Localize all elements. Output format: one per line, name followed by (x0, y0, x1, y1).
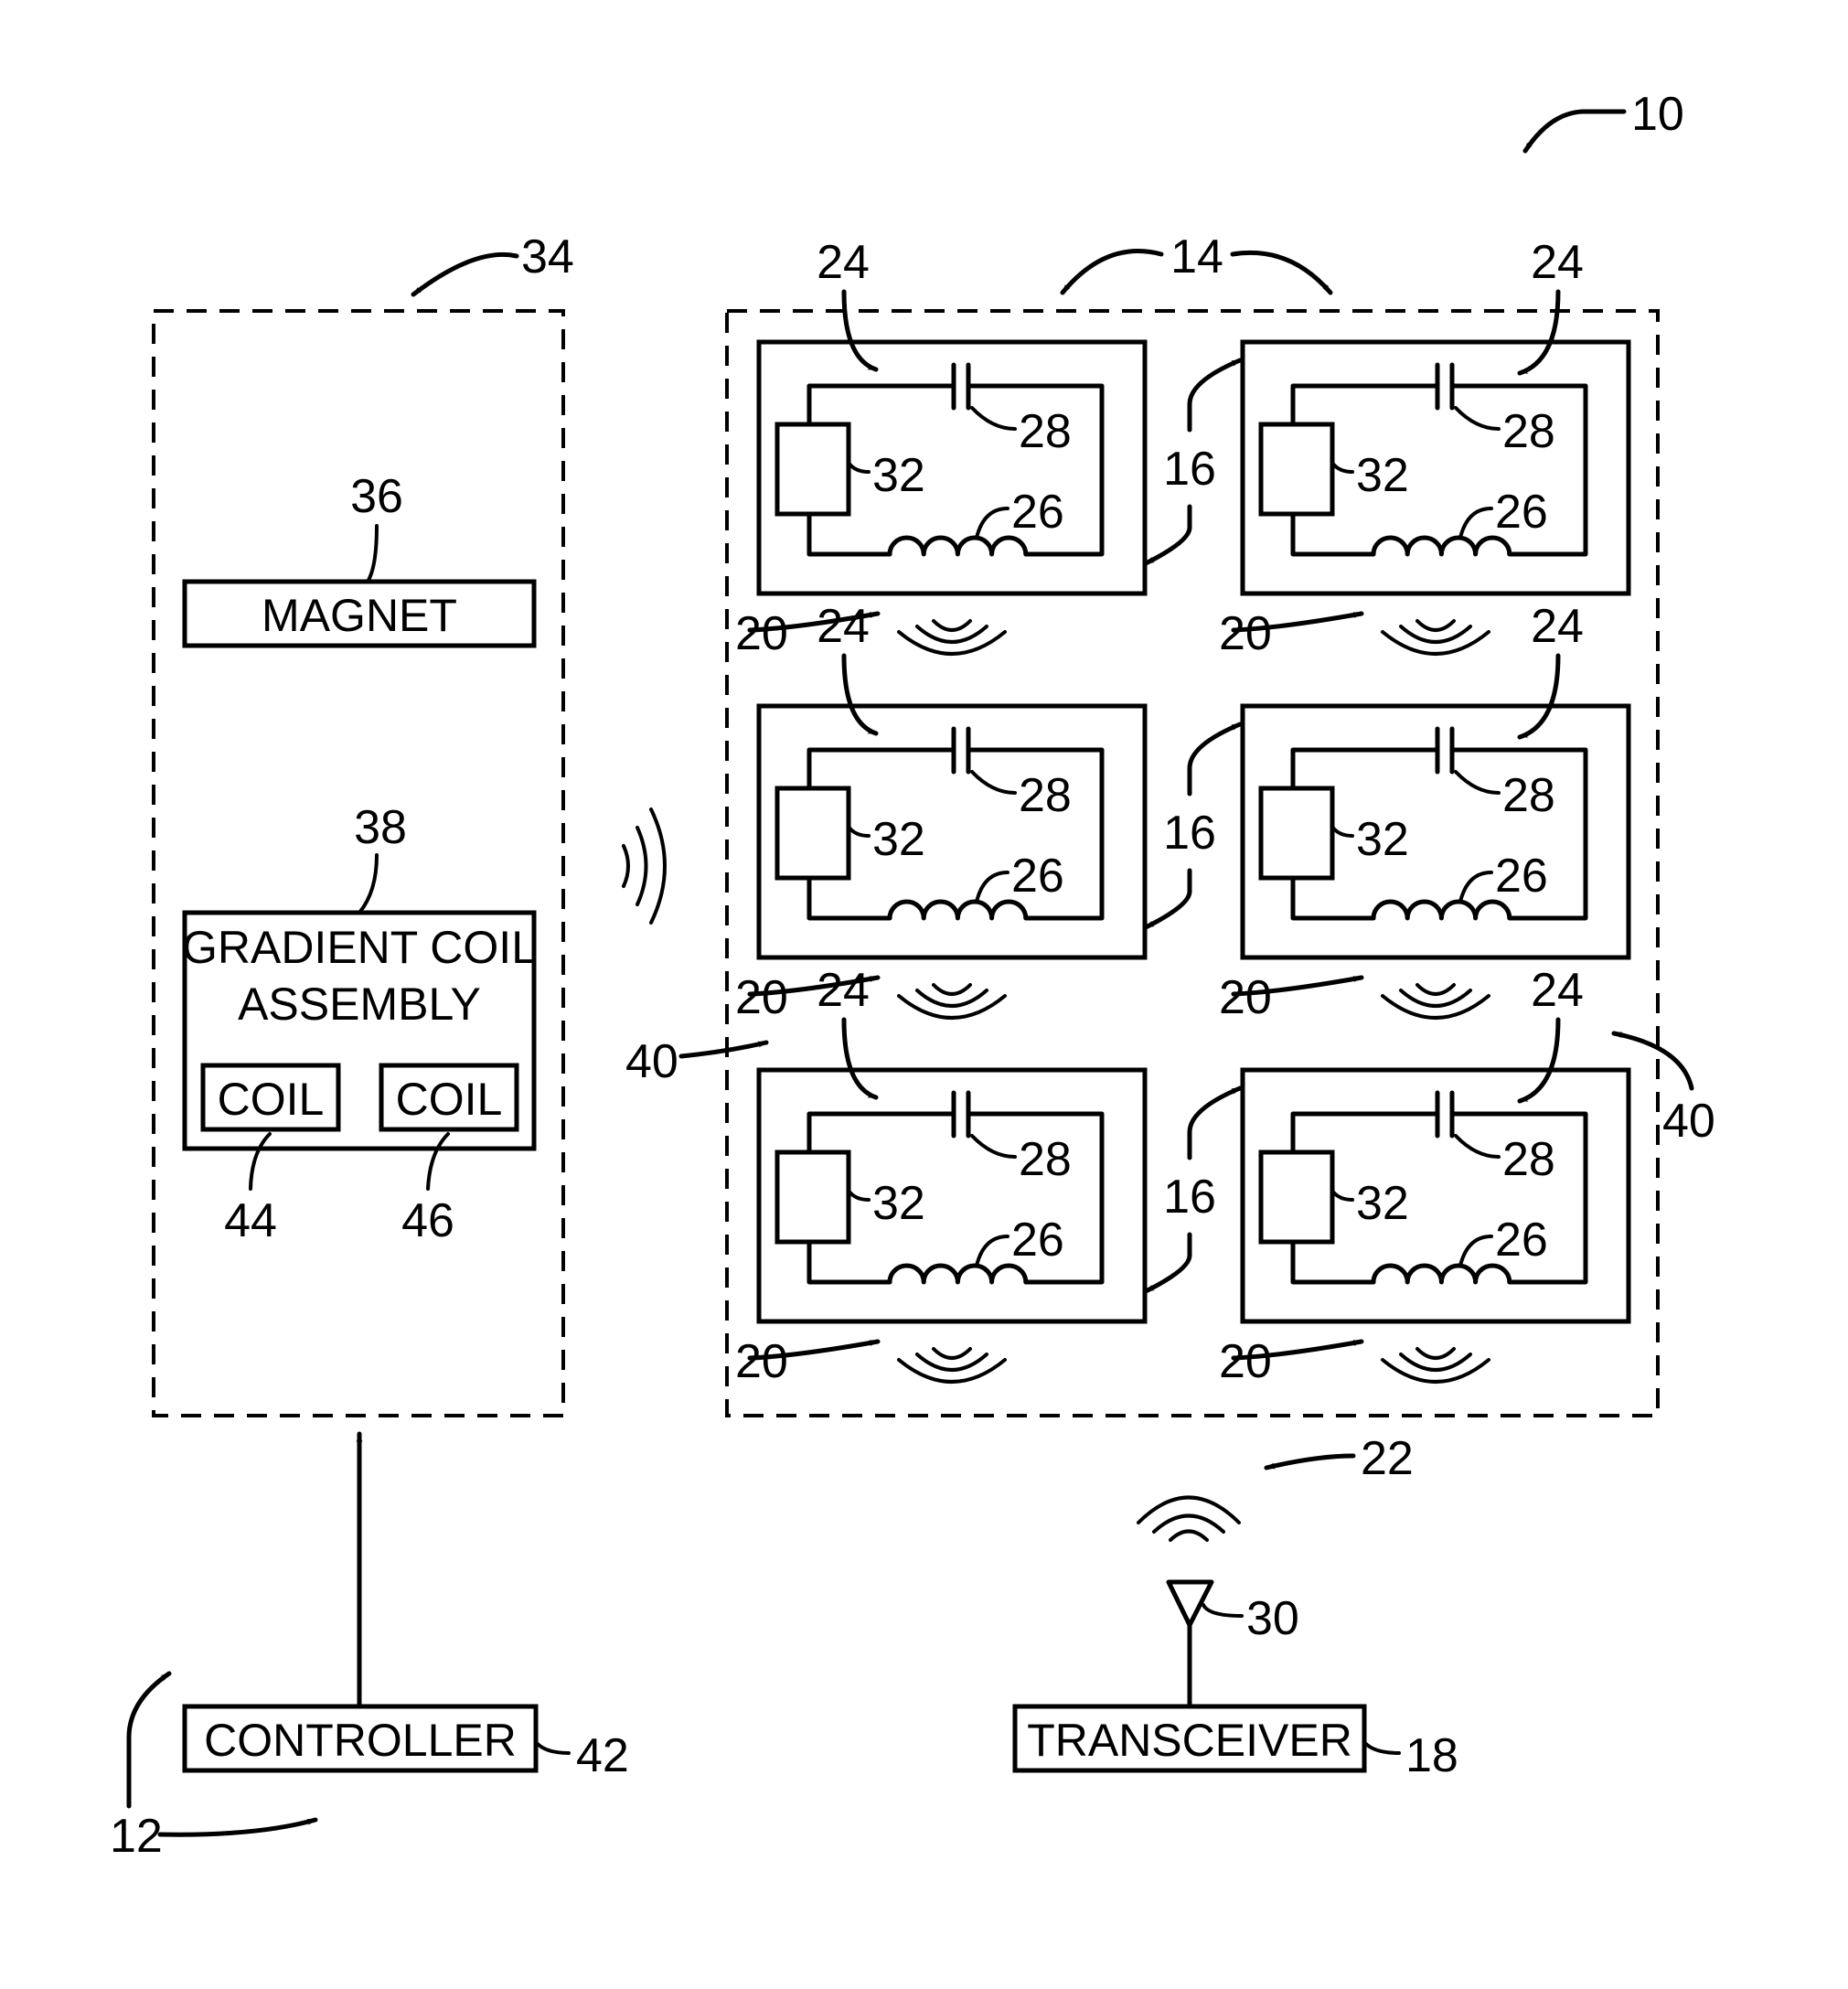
ref-capacitor: 28 (1019, 405, 1072, 458)
ref-element: 32 (1356, 1177, 1409, 1230)
ref-38: 38 (354, 801, 407, 854)
resonator-cell: 28 32 26 24 20 (1219, 600, 1631, 1024)
element-box (1258, 422, 1335, 517)
ref-signal: 20 (1219, 1335, 1272, 1388)
ref-element: 32 (872, 1177, 925, 1230)
inter-cell-link: 16 (1143, 722, 1243, 930)
ref-inductor: 26 (1495, 1214, 1548, 1267)
transceiver-block: 22 30 TRANSCEIVER 18 (1012, 1432, 1458, 1782)
transceiver-label: TRANSCEIVER (1027, 1715, 1352, 1766)
element-box (774, 786, 851, 881)
signal-wave-icon (1381, 1347, 1490, 1384)
resonator-cell: 28 32 26 24 20 (735, 600, 1148, 1024)
signal-wave-icon (897, 983, 1007, 1020)
gradient-coil-label-line2: ASSEMBLY (238, 978, 481, 1030)
ref-46: 46 (401, 1194, 454, 1247)
ref-link: 16 (1163, 807, 1216, 860)
ref-capacitor: 28 (1502, 769, 1555, 822)
ref-signal: 20 (735, 1335, 788, 1388)
ref-12: 12 (110, 1810, 163, 1863)
ref-inductor: 26 (1011, 486, 1064, 539)
ref-signal: 20 (735, 607, 788, 660)
ref-signal: 20 (1219, 971, 1272, 1024)
signal-wave-icon (1381, 619, 1490, 656)
element-box (774, 1150, 851, 1245)
ref-30: 30 (1246, 1592, 1299, 1645)
coil-44: COIL 44 (200, 1063, 341, 1247)
controller-block: CONTROLLER 42 (182, 1431, 629, 1782)
ref-inductor: 26 (1011, 1214, 1064, 1267)
controller-label: CONTROLLER (204, 1715, 517, 1766)
element-box (1258, 786, 1335, 881)
ref-inductor: 26 (1495, 850, 1548, 903)
gradient-coil-assembly: GRADIENT COIL ASSEMBLY 38 COIL 44 COIL 4… (182, 801, 537, 1247)
signal-wave-icon (1381, 983, 1490, 1020)
side-reference-left: 40 (625, 1035, 769, 1088)
ref-frame: 24 (817, 236, 870, 289)
magnet-block: MAGNET 36 (182, 470, 537, 648)
ref-capacitor: 28 (1502, 405, 1555, 458)
resonator-cell: 28 32 26 24 20 (735, 964, 1148, 1388)
diagram-canvas: 10 34 MAGNET 36 GRADIENT COIL ASSEMBLY 3… (110, 88, 1715, 1863)
ref-inductor: 26 (1011, 850, 1064, 903)
ref-capacitor: 28 (1502, 1133, 1555, 1186)
inter-cell-link: 16 (1143, 358, 1243, 566)
ref-capacitor: 28 (1019, 769, 1072, 822)
ref-link: 16 (1163, 443, 1216, 496)
ref-element: 32 (872, 813, 925, 866)
ref-22: 22 (1361, 1432, 1414, 1485)
system-reference: 10 (1522, 88, 1684, 154)
gradient-coil-label-line1: GRADIENT COIL (182, 922, 537, 973)
signal-wave-icon (897, 619, 1007, 656)
resonator-cell: 28 32 26 24 20 (1219, 236, 1631, 660)
ref-18: 18 (1405, 1729, 1458, 1782)
ref-element: 32 (1356, 813, 1409, 866)
antenna-icon (1166, 1579, 1214, 1709)
ref-capacitor: 28 (1019, 1133, 1072, 1186)
ref-frame: 24 (1531, 600, 1584, 653)
element-box (774, 422, 851, 517)
resonator-cell: 28 32 26 24 20 (1219, 964, 1631, 1388)
ref-42: 42 (576, 1729, 629, 1782)
ref-inductor: 26 (1495, 486, 1548, 539)
magnet-label: MAGNET (262, 590, 457, 641)
ref-14: 14 (1170, 230, 1223, 283)
ref-40-right: 40 (1662, 1095, 1715, 1148)
ref-element: 32 (872, 449, 925, 502)
ref-signal: 20 (735, 971, 788, 1024)
coil-label-44: COIL (218, 1074, 325, 1125)
signal-wave-icon (897, 1347, 1007, 1384)
ref-frame: 24 (817, 964, 870, 1017)
ref-element: 32 (1356, 449, 1409, 502)
ref-link: 16 (1163, 1171, 1216, 1224)
coil-label-46: COIL (396, 1074, 503, 1125)
ref-frame: 24 (1531, 964, 1584, 1017)
element-box (1258, 1150, 1335, 1245)
ref-signal: 20 (1219, 607, 1272, 660)
inter-cell-link: 16 (1143, 1085, 1243, 1294)
ref-44: 44 (224, 1194, 277, 1247)
ref-34: 34 (521, 230, 574, 283)
ref-10: 10 (1631, 88, 1684, 141)
ref-36: 36 (350, 470, 403, 523)
resonator-array: 28 32 26 24 20 28 32 26 24 20 16 28 32 26 24 20 28 32 26 24… (735, 236, 1631, 1388)
ref-frame: 24 (817, 600, 870, 653)
rf-wave-icon (622, 807, 667, 925)
resonator-cell: 28 32 26 24 20 (735, 236, 1148, 660)
ref-frame: 24 (1531, 236, 1584, 289)
transceiver-signal-icon (1137, 1495, 1241, 1542)
coil-46: COIL 46 (379, 1063, 519, 1247)
ref-40-left: 40 (625, 1035, 678, 1088)
